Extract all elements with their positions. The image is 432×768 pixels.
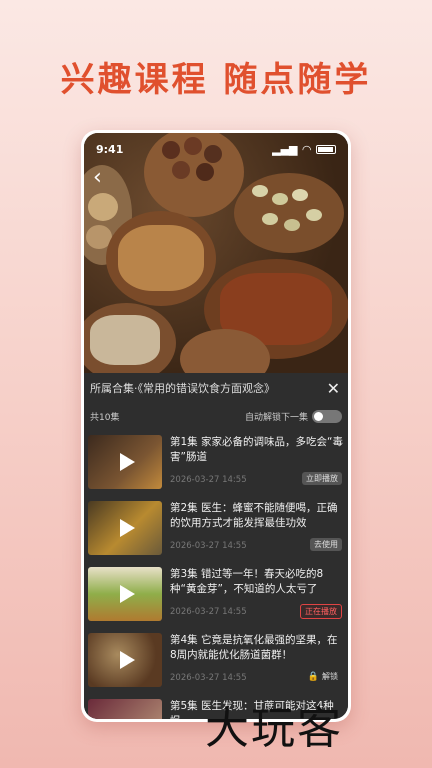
episode-thumbnail[interactable]	[88, 435, 162, 489]
play-now-button[interactable]: 立即播放	[302, 472, 342, 485]
back-icon[interactable]: ‹	[93, 167, 102, 189]
episode-date: 2026-03-27 14:55	[170, 475, 247, 485]
close-icon[interactable]: ✕	[327, 379, 340, 398]
list-item[interactable]: 第1集 家家必备的调味品，多吃会“毒害”肠道 2026-03-27 14:55 …	[88, 429, 344, 495]
unlock-button[interactable]: 🔒 解锁	[304, 670, 342, 683]
play-icon[interactable]	[120, 519, 135, 537]
list-item[interactable]: 第2集 医生：蜂蜜不能随便喝，正确的饮用方式才能发挥最佳功效 2026-03-2…	[88, 495, 344, 561]
episode-thumbnail[interactable]	[88, 567, 162, 621]
list-item[interactable]: 第3集 错过等一年！春天必吃的8种“黄金芽”，不知道的人太亏了 2026-03-…	[88, 561, 344, 627]
episode-list: 第1集 家家必备的调味品，多吃会“毒害”肠道 2026-03-27 14:55 …	[84, 429, 348, 719]
wifi-icon: ◠	[302, 142, 311, 156]
signal-icon: ▂▄▆	[272, 142, 298, 156]
phone-frame: 9:41 ▂▄▆ ◠ ‹ 所属合集·《常用的错误饮食方面观念》 ✕ 共10集 自…	[81, 130, 351, 722]
promo-headline: 兴趣课程 随点随学	[60, 60, 372, 100]
video-player[interactable]: 9:41 ▂▄▆ ◠ ‹	[84, 133, 348, 373]
status-bar: 9:41 ▂▄▆ ◠	[84, 141, 348, 157]
episode-title: 第3集 错过等一年！春天必吃的8种“黄金芽”，不知道的人太亏了	[170, 568, 324, 595]
episode-title: 第4集 它竟是抗氧化最强的坚果，在8周内就能优化肠道菌群！	[170, 634, 338, 661]
play-icon[interactable]	[120, 651, 135, 669]
episode-thumbnail[interactable]	[88, 633, 162, 687]
unlock-label: 解锁	[322, 672, 338, 681]
episode-count: 共10集	[90, 412, 120, 423]
auto-unlock-toggle[interactable]	[312, 409, 342, 423]
episode-title: 第2集 医生：蜂蜜不能随便喝，正确的饮用方式才能发挥最佳功效	[170, 502, 338, 529]
watermark-logo: 大玩客	[205, 703, 343, 754]
battery-icon	[316, 144, 336, 154]
episode-date: 2026-03-27 14:55	[170, 541, 247, 551]
episode-thumbnail[interactable]	[88, 699, 162, 719]
now-playing-badge: 正在播放	[300, 604, 342, 619]
phone-screen: 9:41 ▂▄▆ ◠ ‹ 所属合集·《常用的错误饮食方面观念》 ✕ 共10集 自…	[84, 133, 348, 719]
play-icon[interactable]	[120, 585, 135, 603]
list-item[interactable]: 第4集 它竟是抗氧化最强的坚果，在8周内就能优化肠道菌群！ 2026-03-27…	[88, 627, 344, 693]
episode-date: 2026-03-27 14:55	[170, 673, 247, 683]
auto-unlock-label: 自动解锁下一集	[244, 412, 308, 423]
episode-title: 第1集 家家必备的调味品，多吃会“毒害”肠道	[170, 436, 343, 463]
episode-panel: 所属合集·《常用的错误饮食方面观念》 ✕ 共10集 自动解锁下一集 第1集 家家…	[84, 373, 348, 719]
episode-date: 2026-03-27 14:55	[170, 607, 247, 617]
play-icon[interactable]	[120, 453, 135, 471]
use-button[interactable]: 去使用	[310, 538, 342, 551]
status-time: 9:41	[96, 142, 124, 156]
collection-title: 所属合集·《常用的错误饮食方面观念》	[90, 382, 275, 395]
lock-icon: 🔒	[307, 671, 319, 682]
episode-thumbnail[interactable]	[88, 501, 162, 555]
